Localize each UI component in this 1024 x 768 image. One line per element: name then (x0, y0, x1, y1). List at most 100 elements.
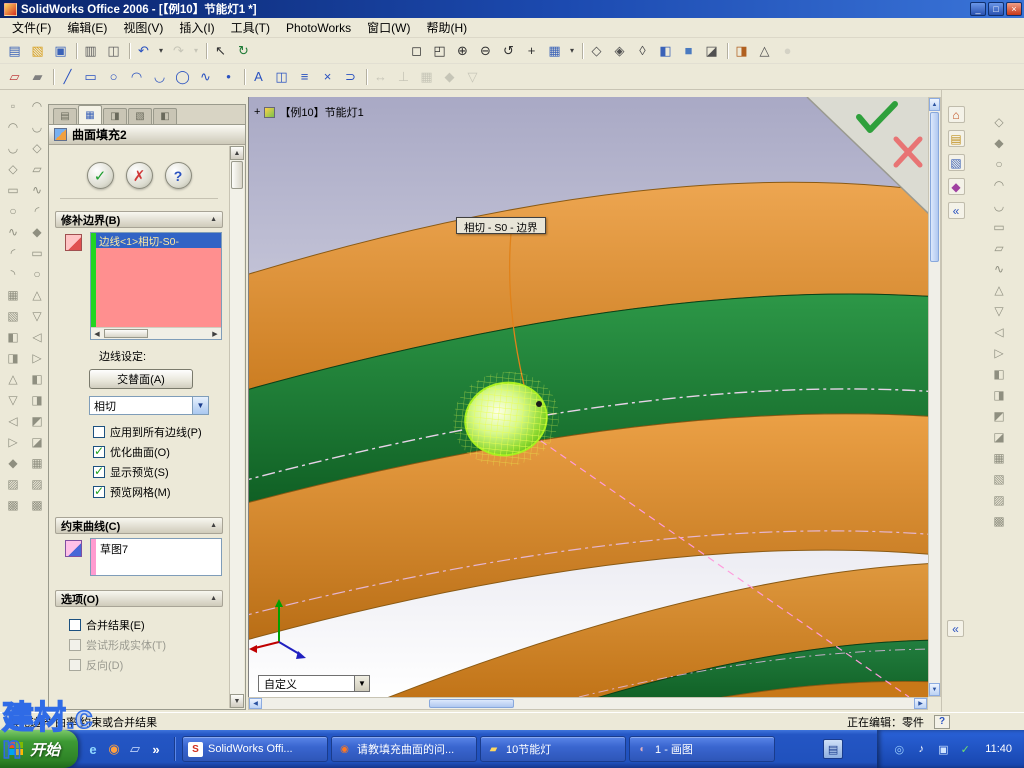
chevron-down-icon[interactable]: ▼ (354, 676, 369, 691)
constraint-curve-item[interactable]: 草图7 (100, 541, 221, 557)
surface-tool-icon[interactable]: ○ (27, 264, 47, 284)
browser2-icon[interactable]: ◉ (105, 740, 123, 758)
surface-tool-icon[interactable]: ▨ (27, 474, 47, 494)
tray-app-icon[interactable]: ◎ (891, 741, 907, 757)
tab-propertymanager[interactable]: ▦ (78, 105, 102, 124)
document-tree-label[interactable]: + 【例10】节能灯1 (254, 104, 364, 120)
spline-icon[interactable]: ∿ (194, 66, 217, 88)
menu-item[interactable]: 帮助(H) (418, 17, 475, 38)
tab-configurationmanager[interactable]: ◨ (103, 108, 127, 124)
right-tool-icon[interactable]: ▧ (989, 469, 1009, 489)
ie-icon[interactable]: e (84, 740, 102, 758)
right-tool-icon[interactable]: ▩ (989, 511, 1009, 531)
hidden-lines-removed-icon[interactable]: ◊ (631, 40, 654, 62)
scroll-down-icon[interactable]: ▼ (230, 694, 244, 708)
surface-tool-icon[interactable]: ◠ (27, 96, 47, 116)
left-dock-icon[interactable]: ◡ (3, 138, 23, 158)
scroll-left-icon[interactable]: ◀ (91, 330, 103, 338)
options-header[interactable]: 选项(O) (55, 590, 223, 607)
tray-security-icon[interactable]: ✓ (957, 741, 973, 757)
3d-sketch-icon[interactable]: ▰ (26, 66, 49, 88)
surface-tool-icon[interactable]: ◁ (27, 327, 47, 347)
tab-displaymanager[interactable]: ◧ (153, 108, 177, 124)
checkbox-apply-to-all-edges[interactable]: 应用到所有边线(P) (93, 423, 223, 441)
right-tool-icon[interactable]: ○ (989, 154, 1009, 174)
select-icon[interactable]: ↖ (209, 40, 232, 62)
left-dock-icon[interactable]: ▭ (3, 180, 23, 200)
right-tool-icon[interactable]: ◠ (989, 175, 1009, 195)
trim-icon[interactable]: × (316, 66, 339, 88)
quick-snaps-icon[interactable]: ▽ (461, 66, 484, 88)
scroll-thumb[interactable] (930, 112, 939, 262)
right-tool-icon[interactable]: ◡ (989, 196, 1009, 216)
checkbox-reverse[interactable]: 反向(D) (69, 656, 223, 674)
tangent-arc-icon[interactable]: ◡ (148, 66, 171, 88)
zoom-area-icon[interactable]: ◰ (428, 40, 451, 62)
surface-tool-icon[interactable]: △ (27, 285, 47, 305)
scroll-right-icon[interactable]: ▶ (914, 698, 927, 709)
surface-tool-icon[interactable]: ◨ (27, 390, 47, 410)
tab-dimxpertmanager[interactable]: ▧ (128, 108, 152, 124)
taskbar-task-browser[interactable]: ◉ 请教填充曲面的问... (331, 736, 478, 762)
patch-boundary-header[interactable]: 修补边界(B) (55, 211, 223, 228)
surface-tool-icon[interactable]: ◡ (27, 117, 47, 137)
scroll-thumb[interactable] (429, 699, 514, 708)
right-tool-icon[interactable]: △ (989, 280, 1009, 300)
edge-list-scrollbar[interactable]: ◀ ▶ (91, 327, 221, 339)
left-dock-icon[interactable]: ◆ (3, 453, 23, 473)
offset-icon[interactable]: ≡ (293, 66, 316, 88)
mirror-icon[interactable]: ◫ (270, 66, 293, 88)
wireframe-icon[interactable]: ◇ (585, 40, 608, 62)
dimension-icon[interactable]: ↔ (369, 66, 392, 88)
section-view-icon[interactable]: ◨ (730, 40, 753, 62)
surface-tool-icon[interactable]: ◇ (27, 138, 47, 158)
right-tool-icon[interactable]: ◧ (989, 364, 1009, 384)
photoworks-items-icon[interactable]: ◆ (947, 178, 965, 195)
left-dock-icon[interactable]: ▦ (3, 285, 23, 305)
right-tool-icon[interactable]: ◩ (989, 406, 1009, 426)
circle-icon[interactable]: ○ (102, 66, 125, 88)
rectangle-icon[interactable]: ▭ (79, 66, 102, 88)
status-help-icon[interactable]: ? (934, 714, 950, 729)
menu-item[interactable]: 文件(F) (4, 17, 59, 38)
design-library-icon[interactable]: ▤ (947, 130, 965, 147)
undo-icon[interactable]: ↶ (132, 40, 155, 62)
arc-icon[interactable]: ◠ (125, 66, 148, 88)
print-icon[interactable]: ▥ (79, 40, 102, 62)
show-desktop-icon[interactable]: ▱ (126, 740, 144, 758)
viewport-horizontal-scrollbar[interactable]: ◀ ▶ (248, 697, 928, 710)
vertex-point[interactable] (536, 401, 542, 407)
new-icon[interactable]: ▤ (3, 40, 26, 62)
left-dock-icon[interactable]: ◜ (3, 243, 23, 263)
right-tool-icon[interactable]: ▽ (989, 301, 1009, 321)
graphics-viewport[interactable]: + 【例10】节能灯1 相切 - S0 - 边界 自定义 ▼ (248, 97, 928, 697)
alternate-face-button[interactable]: 交替面(A) (89, 369, 193, 389)
file-explorer-icon[interactable]: ▧ (947, 154, 965, 171)
line-icon[interactable]: ╱ (56, 66, 79, 88)
grid-icon[interactable]: ▦ (415, 66, 438, 88)
panel-scrollbar[interactable]: ▲ ▼ (229, 146, 244, 708)
open-icon[interactable]: ▧ (26, 40, 49, 62)
selected-edge-item[interactable]: 边线<1>相切-S0- (96, 233, 221, 248)
close-button[interactable]: × (1006, 2, 1022, 16)
left-dock-icon[interactable]: △ (3, 369, 23, 389)
tray-volume-icon[interactable]: ♪ (913, 741, 929, 757)
scroll-thumb[interactable] (231, 161, 243, 189)
save-icon[interactable]: ▣ (49, 40, 72, 62)
zoom-out-icon[interactable]: ⊖ (474, 40, 497, 62)
viewport-vertical-scrollbar[interactable]: ▲ ▼ (928, 97, 941, 697)
maximize-button[interactable]: □ (988, 2, 1004, 16)
right-tool-icon[interactable]: ▭ (989, 217, 1009, 237)
scroll-left-icon[interactable]: ◀ (249, 698, 262, 709)
view-orientation-combo[interactable]: 自定义 ▼ (258, 675, 370, 692)
resources-home-icon[interactable]: ⌂ (947, 106, 965, 123)
right-tool-icon[interactable]: ◁ (989, 322, 1009, 342)
left-dock-icon[interactable]: ◇ (3, 159, 23, 179)
left-dock-icon[interactable]: ○ (3, 201, 23, 221)
surface-tool-icon[interactable]: ▷ (27, 348, 47, 368)
scroll-up-icon[interactable]: ▲ (230, 146, 244, 160)
checkbox-show-preview[interactable]: 显示预览(S) (93, 463, 223, 481)
menu-item[interactable]: 插入(I) (171, 17, 222, 38)
point-icon[interactable]: • (217, 66, 240, 88)
language-bar-icon[interactable]: ▤ (823, 739, 844, 759)
